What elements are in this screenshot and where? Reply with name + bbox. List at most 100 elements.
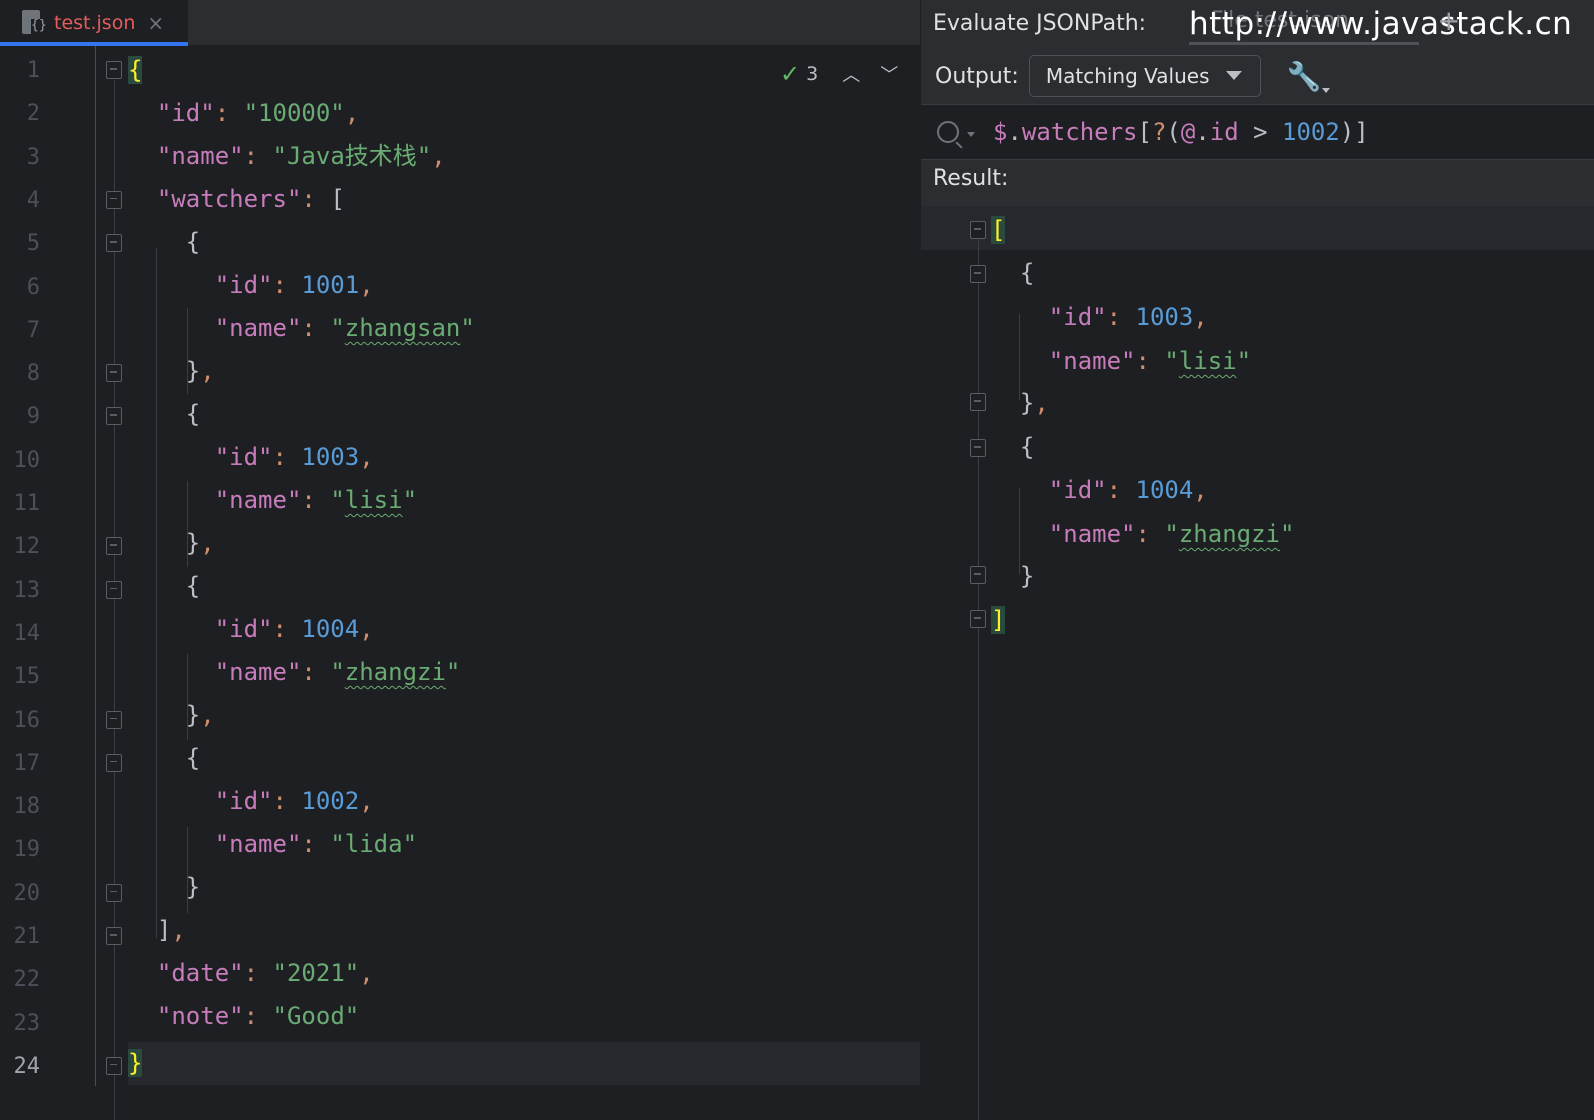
line-number: 20 bbox=[13, 880, 41, 906]
fold-marker[interactable] bbox=[106, 537, 122, 556]
jsonpath-query-input[interactable]: $.watchers[?(@.id > 1002)] bbox=[921, 104, 1594, 160]
line-number: 17 bbox=[13, 750, 41, 776]
fold-marker[interactable] bbox=[106, 190, 122, 209]
code-line: { bbox=[185, 744, 201, 772]
output-row: Output: Matching Values 🔧 bbox=[921, 48, 1594, 104]
fold-marker[interactable] bbox=[106, 927, 122, 945]
code-line: "id": 1002, bbox=[214, 787, 374, 815]
line-number: 21 bbox=[13, 924, 41, 949]
line-number: 4 bbox=[26, 187, 40, 213]
result-line: "id": 1003, bbox=[1048, 303, 1208, 331]
line-number: 6 bbox=[26, 274, 40, 300]
code-line: "name": "Java技术栈", bbox=[156, 142, 446, 170]
result-line: }, bbox=[1019, 389, 1049, 417]
code-area[interactable]: { "id": "10000", "name": "Java技术栈", "wat… bbox=[128, 46, 920, 1120]
line-number: 2 bbox=[26, 101, 40, 127]
code-line: "id": 1001, bbox=[214, 271, 374, 299]
line-number: 24 bbox=[13, 1053, 41, 1079]
fold-marker[interactable] bbox=[970, 265, 986, 283]
result-line: { bbox=[1019, 259, 1035, 287]
line-number: 19 bbox=[13, 837, 41, 863]
jsonpath-expression[interactable]: $.watchers[?(@.id > 1002)] bbox=[993, 118, 1369, 146]
line-number: 23 bbox=[13, 1010, 41, 1036]
fold-marker[interactable] bbox=[970, 221, 986, 239]
line-number: 13 bbox=[13, 577, 41, 603]
code-line: { bbox=[185, 572, 201, 600]
plus-icon[interactable]: + bbox=[1437, 4, 1460, 37]
code-line: ], bbox=[156, 916, 186, 944]
fold-marker[interactable] bbox=[970, 566, 986, 584]
line-number: 3 bbox=[26, 144, 40, 170]
tab-test-json[interactable]: {} test.json × bbox=[0, 0, 188, 46]
fold-guide bbox=[978, 230, 979, 1120]
result-line: "name": "zhangzi" bbox=[1048, 520, 1295, 548]
code-line: "watchers": [ bbox=[156, 185, 345, 213]
result-line: "name": "lisi" bbox=[1048, 347, 1252, 375]
line-number: 16 bbox=[13, 707, 41, 733]
fold-marker[interactable] bbox=[106, 234, 122, 253]
code-line: { bbox=[185, 228, 201, 256]
tab-label: test.json bbox=[54, 12, 136, 34]
result-line: "id": 1004, bbox=[1048, 476, 1208, 504]
line-number: 9 bbox=[26, 404, 40, 430]
line-number: 10 bbox=[13, 447, 41, 473]
fold-marker[interactable] bbox=[106, 61, 122, 79]
output-label: Output: bbox=[935, 63, 1019, 89]
output-mode-value: Matching Values bbox=[1045, 64, 1210, 88]
code-line: "name": "lida" bbox=[214, 830, 418, 858]
fold-marker[interactable] bbox=[970, 610, 986, 628]
line-number: 14 bbox=[13, 620, 41, 646]
code-line-current: } bbox=[128, 1042, 920, 1085]
line-number: 1 bbox=[26, 58, 40, 83]
code-line: "id": 1003, bbox=[214, 443, 374, 471]
fold-marker[interactable] bbox=[106, 364, 122, 383]
code-line: "date": "2021", bbox=[156, 959, 374, 987]
code-line: "id": 1004, bbox=[214, 615, 374, 643]
search-icon[interactable] bbox=[937, 121, 959, 143]
line-number: 12 bbox=[13, 534, 41, 560]
code-line: }, bbox=[185, 701, 215, 729]
output-mode-select[interactable]: Matching Values bbox=[1028, 55, 1261, 97]
close-icon[interactable]: × bbox=[147, 13, 164, 33]
fold-marker[interactable] bbox=[970, 439, 986, 457]
vcs-change-marker bbox=[95, 46, 96, 1086]
wrench-icon[interactable]: 🔧 bbox=[1287, 60, 1330, 93]
fold-marker[interactable] bbox=[106, 710, 122, 729]
fold-marker[interactable] bbox=[106, 407, 122, 426]
code-line: "id": "10000", bbox=[156, 99, 360, 127]
result-line: [ bbox=[991, 216, 1006, 244]
chevron-down-icon bbox=[1225, 71, 1242, 80]
editor-pane[interactable]: {} test.json × 1 2 3 4 5 6 7 8 9 10 11 12 13 14 15 16 17… bbox=[0, 0, 920, 1120]
result-current-line bbox=[921, 206, 1594, 250]
code-line: { bbox=[185, 400, 201, 428]
watermark: http://www.javastack.cn bbox=[1189, 6, 1573, 42]
result-label: Result: bbox=[933, 166, 1009, 191]
json-file-icon: {} bbox=[20, 10, 47, 36]
panel-title: Evaluate JSONPath: bbox=[933, 10, 1147, 36]
search-history-caret-icon[interactable] bbox=[967, 131, 975, 137]
result-line: } bbox=[1019, 562, 1035, 590]
editor-tab-bar: {} test.json × bbox=[0, 0, 920, 46]
line-number: 11 bbox=[13, 491, 41, 516]
fold-marker[interactable] bbox=[106, 883, 122, 902]
line-number: 7 bbox=[26, 317, 40, 343]
code-line: }, bbox=[185, 529, 215, 557]
code-line: "name": "zhangsan" bbox=[214, 314, 475, 342]
line-number: 8 bbox=[26, 361, 40, 387]
result-line: ] bbox=[991, 606, 1006, 634]
evaluate-jsonpath-panel: Evaluate JSONPath: File test.json http:/… bbox=[920, 0, 1594, 1120]
line-number: 22 bbox=[13, 967, 41, 993]
code-line: "name": "lisi" bbox=[214, 486, 418, 514]
fold-marker[interactable] bbox=[970, 393, 986, 411]
code-line: "name": "zhangzi" bbox=[214, 658, 461, 686]
result-viewer[interactable]: [ { "id": 1003, "name": "lisi" }, { "id"… bbox=[921, 206, 1594, 1120]
fold-marker[interactable] bbox=[106, 753, 122, 772]
panel-header: Evaluate JSONPath: File test.json http:/… bbox=[921, 0, 1594, 46]
fold-marker[interactable] bbox=[106, 1056, 122, 1075]
result-line: { bbox=[1019, 433, 1035, 461]
code-line: { bbox=[128, 56, 143, 84]
line-number: 18 bbox=[13, 794, 41, 820]
code-line: } bbox=[185, 873, 201, 901]
fold-marker[interactable] bbox=[106, 580, 122, 599]
active-tab-indicator bbox=[1189, 42, 1419, 45]
